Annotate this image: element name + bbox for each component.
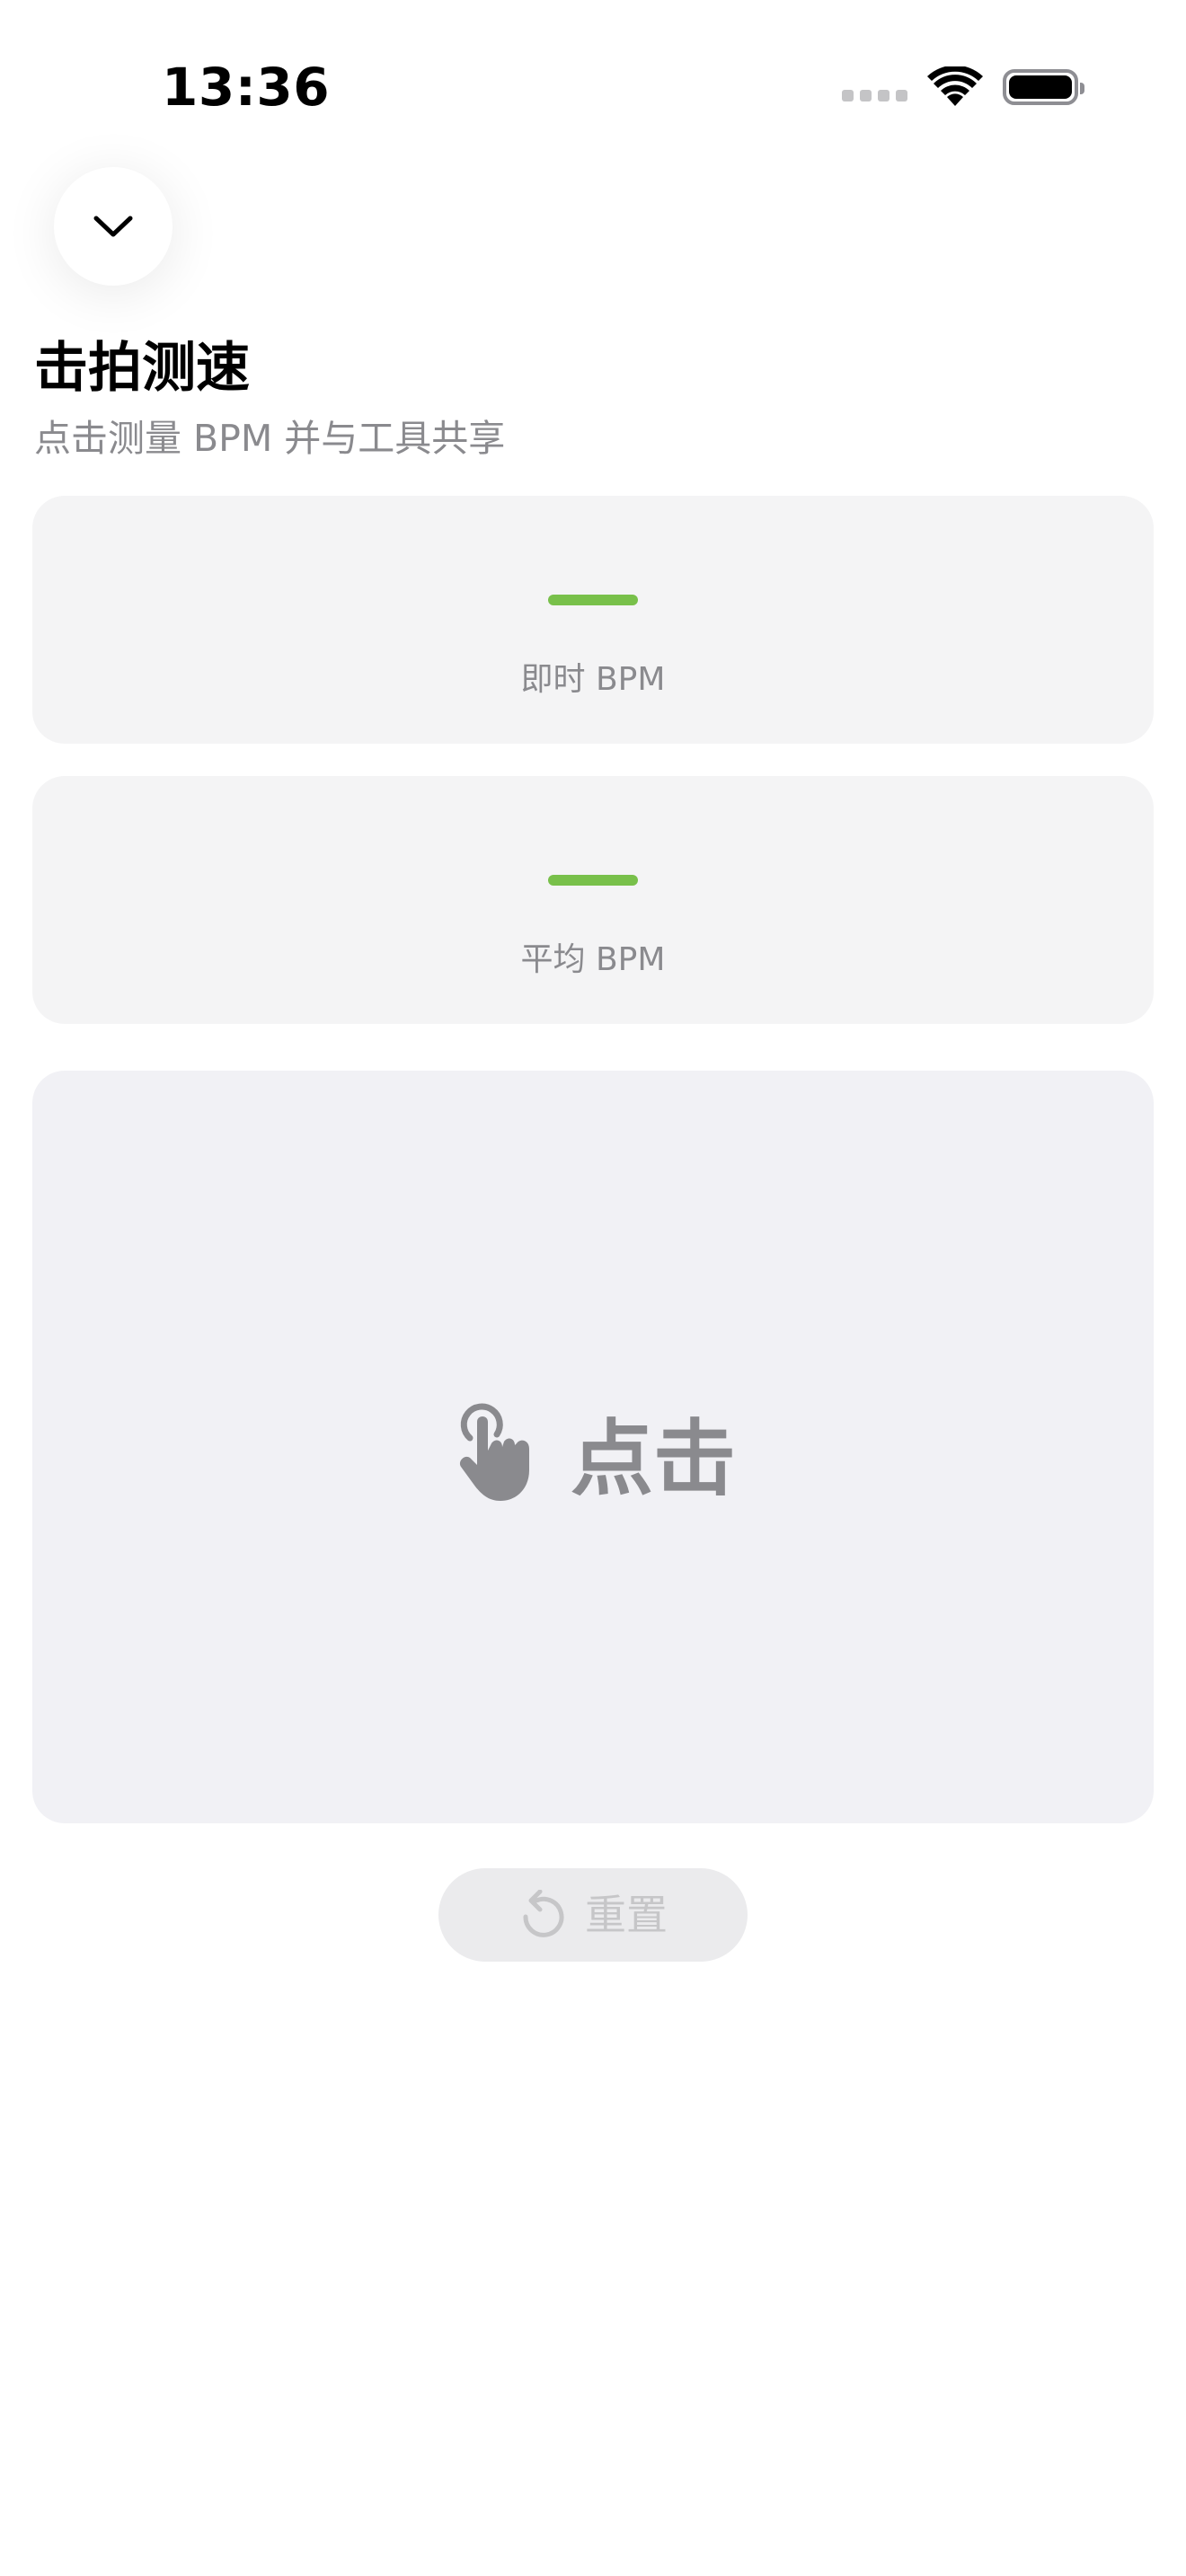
page-title: 击拍测速 [34,337,250,400]
tap-area[interactable]: 点击 [32,1071,1154,1823]
instant-bpm-placeholder [548,595,638,605]
battery-icon [1003,69,1084,105]
dismiss-button[interactable] [54,167,173,286]
status-time: 13:36 [162,57,331,118]
average-bpm-placeholder [548,875,638,886]
instant-bpm-label: 即时 BPM [520,661,666,698]
counterclockwise-arrow-icon [523,1890,564,1937]
wifi-icon [927,66,983,106]
reset-label: 重置 [585,1891,668,1939]
instant-bpm-card: 即时 BPM [32,496,1154,744]
cellular-signal-icon [842,65,907,110]
hand-tap-icon [459,1403,529,1501]
tap-tempo-screen: 13:36 击拍测速 点击测量 BPM 并与工具共享 即时 BPM 平均 BPM [0,0,1186,2576]
average-bpm-card: 平均 BPM [32,776,1154,1024]
chevron-down-icon [93,216,133,237]
reset-button[interactable]: 重置 [438,1868,748,1962]
average-bpm-label: 平均 BPM [520,941,666,978]
tap-content: 点击 [32,1394,1154,1509]
tap-label: 点击 [570,1411,736,1507]
status-indicators [842,65,1084,110]
page-subtitle: 点击测量 BPM 并与工具共享 [34,417,506,460]
